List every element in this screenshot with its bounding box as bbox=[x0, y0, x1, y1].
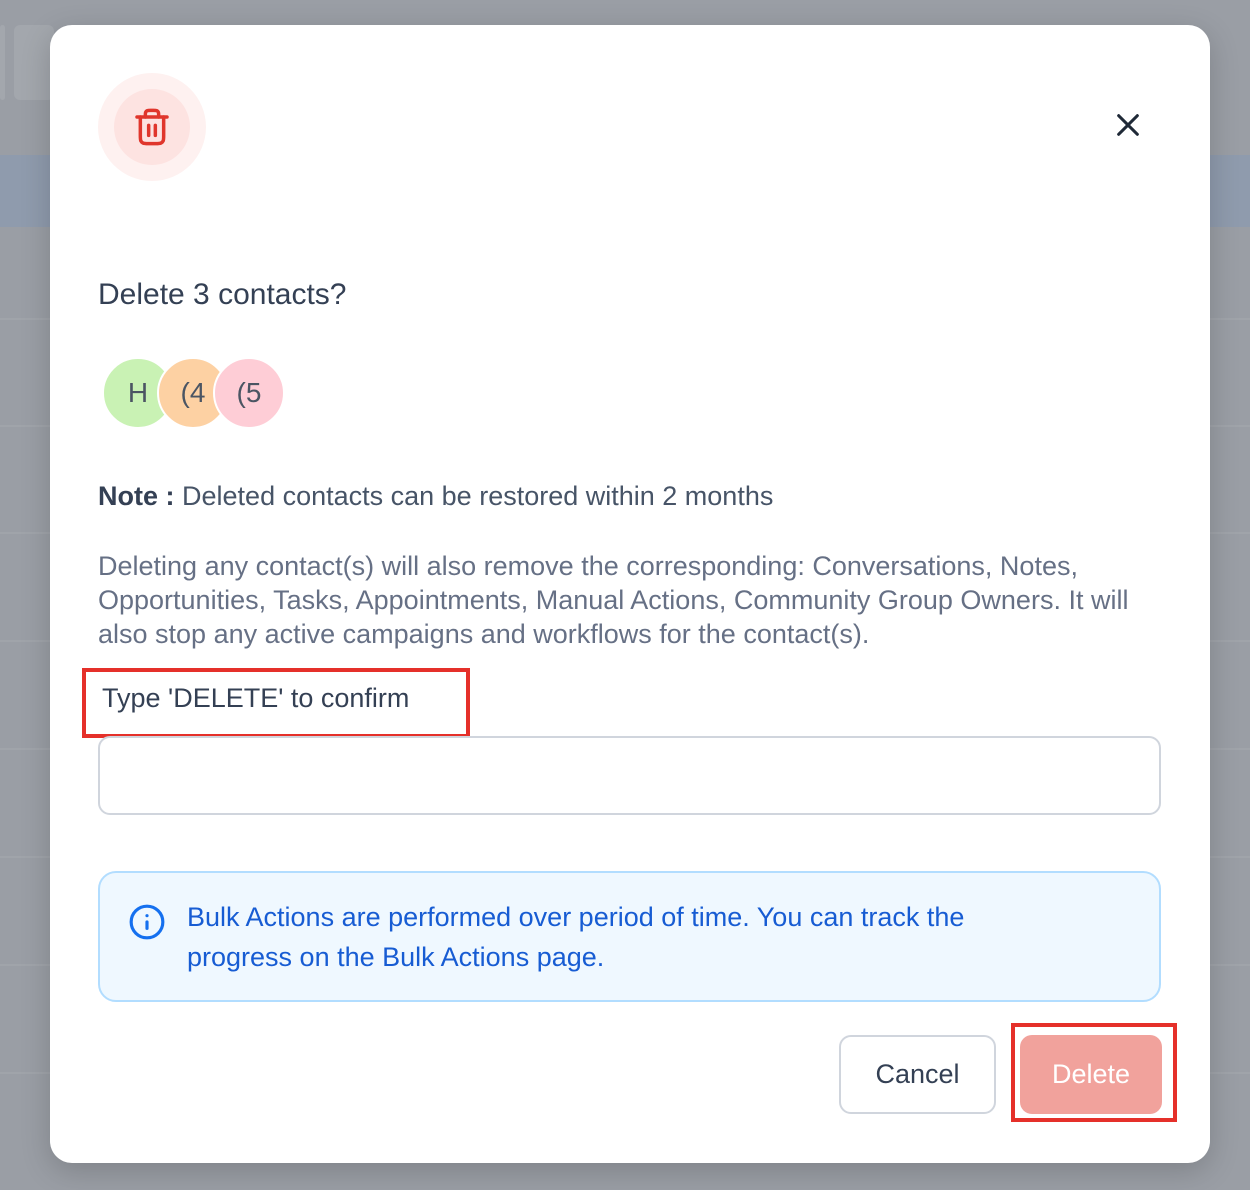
delete-contacts-modal: Delete 3 contacts? H (4 (5 Note : Delete… bbox=[50, 25, 1210, 1163]
avatar-initials: H bbox=[127, 377, 149, 408]
info-icon bbox=[129, 904, 165, 940]
background-chip bbox=[0, 25, 5, 100]
trash-icon-badge bbox=[98, 73, 206, 181]
info-text: Bulk Actions are performed over period o… bbox=[187, 902, 965, 972]
confirm-delete-input[interactable] bbox=[98, 736, 1161, 815]
delete-button[interactable]: Delete bbox=[1020, 1035, 1162, 1114]
close-icon bbox=[1117, 114, 1139, 136]
avatar: (5 bbox=[213, 357, 285, 429]
bulk-actions-info: Bulk Actions are performed over period o… bbox=[98, 871, 1161, 1002]
trash-icon-inner bbox=[114, 89, 190, 165]
confirm-label: Type 'DELETE' to confirm bbox=[102, 683, 410, 713]
avatar-initials: (4 bbox=[180, 377, 206, 408]
modal-title: Delete 3 contacts? bbox=[98, 278, 347, 311]
background-chip bbox=[14, 25, 54, 100]
close-button[interactable] bbox=[1108, 105, 1148, 145]
note-text: Deleted contacts can be restored within … bbox=[182, 481, 774, 511]
note-label: Note : bbox=[98, 481, 175, 511]
cancel-button[interactable]: Cancel bbox=[839, 1035, 996, 1114]
restore-note: Note : Deleted contacts can be restored … bbox=[98, 481, 773, 512]
trash-icon bbox=[135, 108, 169, 146]
deletion-description: Deleting any contact(s) will also remove… bbox=[98, 551, 1129, 649]
avatar-initials: (5 bbox=[236, 377, 262, 408]
